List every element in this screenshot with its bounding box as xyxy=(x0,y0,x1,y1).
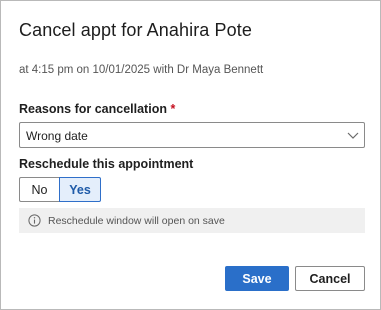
info-text: Reschedule window will open on save xyxy=(48,214,225,227)
cancel-appointment-dialog: Cancel appt for Anahira Pote at 4:15 pm … xyxy=(0,0,381,310)
reason-label-text: Reasons for cancellation xyxy=(19,102,167,116)
reschedule-toggle: No Yes xyxy=(19,177,101,202)
appointment-details: at 4:15 pm on 10/01/2025 with Dr Maya Be… xyxy=(19,64,264,76)
reschedule-no-option[interactable]: No xyxy=(19,177,59,202)
reschedule-yes-option[interactable]: Yes xyxy=(59,177,101,202)
chevron-down-icon xyxy=(346,128,360,142)
info-icon xyxy=(28,214,41,227)
info-banner: Reschedule window will open on save xyxy=(19,208,365,233)
dialog-title: Cancel appt for Anahira Pote xyxy=(19,20,252,40)
cancel-button[interactable]: Cancel xyxy=(295,266,365,291)
reason-field-label: Reasons for cancellation * xyxy=(19,102,175,116)
save-button[interactable]: Save xyxy=(225,266,289,291)
reschedule-label: Reschedule this appointment xyxy=(19,157,194,171)
reason-select[interactable]: Wrong date xyxy=(19,122,365,148)
reason-select-value: Wrong date xyxy=(26,129,88,143)
required-marker: * xyxy=(170,102,176,116)
